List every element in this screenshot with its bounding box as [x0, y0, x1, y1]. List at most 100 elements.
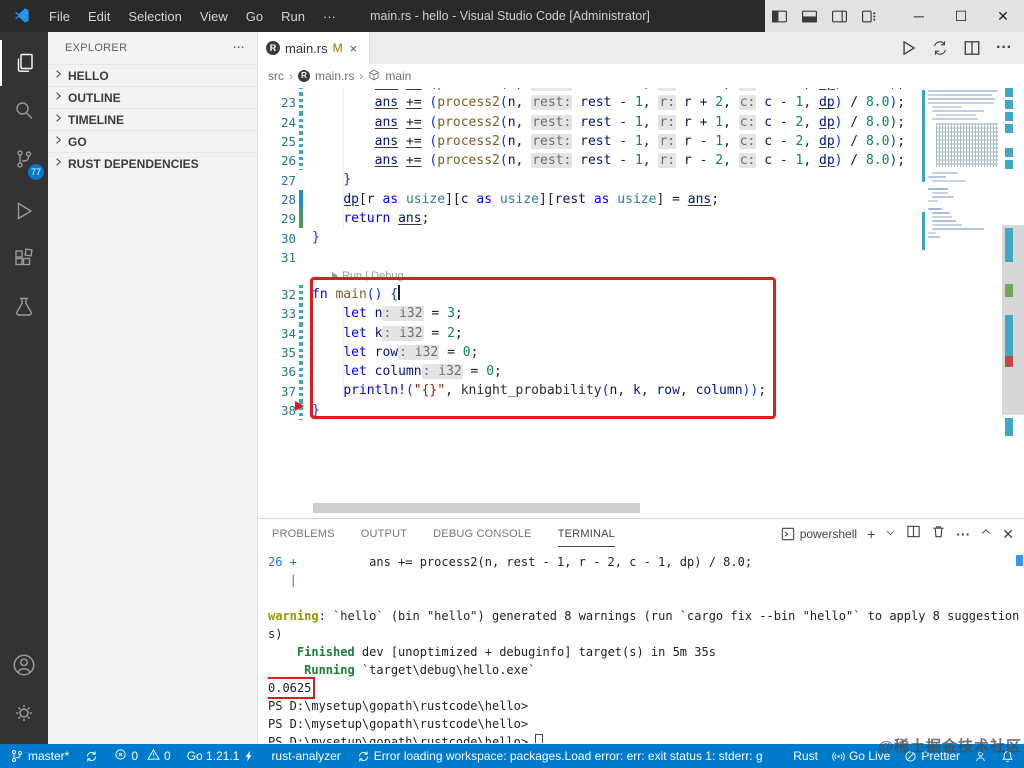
breadcrumb-main-rs[interactable]: main.rs — [315, 69, 354, 83]
close-window-button[interactable]: ✕ — [982, 0, 1024, 32]
code-editor[interactable]: 22 ans += (process2(n, rest: rest - 1, r… — [258, 88, 1024, 517]
panel-more-actions-icon[interactable]: ··· — [956, 526, 970, 542]
split-editor-icon[interactable] — [960, 36, 984, 60]
code-line-23[interactable]: 23 ans += (process2(n, rest: rest - 1, r… — [258, 93, 922, 113]
line-number[interactable]: 23 — [258, 95, 296, 110]
code-line-37[interactable]: 37 println!("{}", knight_probability(n, … — [258, 381, 922, 401]
code-line-25[interactable]: 25 ans += (process2(n, rest: rest - 1, r… — [258, 131, 922, 152]
code-line-30[interactable]: 30} — [258, 228, 922, 247]
sidebar-section-timeline[interactable]: TIMELINE — [48, 108, 257, 130]
line-number[interactable]: 30 — [258, 231, 296, 246]
run-or-debug-icon[interactable] — [928, 36, 952, 60]
customize-layout-icon[interactable] — [854, 0, 884, 32]
sidebar-section-hello[interactable]: HELLO — [48, 64, 257, 86]
launch-profile-chevron-icon[interactable] — [885, 525, 896, 543]
code-text[interactable]: println!("{}", knight_probability(n, k, … — [312, 381, 766, 401]
tab-debug-console[interactable]: DEBUG CONSOLE — [433, 522, 532, 546]
menu-file[interactable]: File — [40, 5, 79, 28]
line-number[interactable]: 32 — [258, 287, 296, 302]
kill-terminal-trash-icon[interactable] — [931, 524, 946, 544]
code-text[interactable]: ans += (process2(n, rest: rest - 1, r: r… — [312, 131, 905, 152]
status-item-feedback[interactable] — [974, 750, 987, 763]
toggle-sidebar-icon[interactable] — [765, 0, 795, 32]
line-number[interactable]: 29 — [258, 211, 296, 226]
maximize-button[interactable]: ☐ — [940, 0, 982, 32]
line-number[interactable]: 27 — [258, 173, 296, 188]
line-number[interactable]: 28 — [258, 192, 296, 207]
code-text[interactable]: ans += (process2(n, rest: rest - 1, r: r… — [312, 112, 905, 132]
tab-main-rs[interactable]: R main.rs M × — [258, 32, 370, 64]
sidebar-section-outline[interactable]: OUTLINE — [48, 86, 257, 108]
run-and-debug-icon[interactable] — [0, 188, 48, 234]
code-text[interactable]: let column: i32 = 0; — [312, 362, 502, 382]
status-item-rust-lang[interactable]: Rust — [793, 749, 818, 763]
sidebar-more-actions[interactable]: ··· — [233, 42, 245, 54]
code-line-35[interactable]: 35 let row: i32 = 0; — [258, 342, 922, 363]
close-panel-icon[interactable]: ✕ — [1002, 526, 1014, 543]
accounts-icon[interactable] — [0, 642, 48, 688]
run-file-icon[interactable] — [896, 36, 920, 60]
line-number[interactable]: 36 — [258, 364, 296, 379]
status-item-prettier[interactable]: Prettier — [904, 749, 960, 763]
maximize-panel-chevron-icon[interactable] — [980, 525, 992, 543]
tab-output[interactable]: OUTPUT — [361, 522, 407, 546]
code-line-24[interactable]: 24 ans += (process2(n, rest: rest - 1, r… — [258, 112, 922, 132]
editor-horizontal-scrollbar[interactable] — [313, 503, 640, 513]
menu-edit[interactable]: Edit — [79, 5, 119, 28]
testing-icon[interactable] — [0, 284, 48, 330]
line-number[interactable]: 35 — [258, 345, 296, 360]
code-text[interactable]: let n: i32 = 3; — [312, 304, 463, 324]
code-text[interactable]: dp[r as usize][c as usize][rest as usize… — [312, 189, 719, 210]
code-line-27[interactable]: 27 } — [258, 170, 922, 190]
sidebar-section-go[interactable]: GO — [48, 130, 257, 152]
tab-terminal[interactable]: TERMINAL — [557, 522, 615, 547]
code-line-34[interactable]: 34 let k: i32 = 2; — [258, 323, 922, 343]
status-item-sync[interactable] — [85, 750, 98, 763]
code-line-38[interactable]: 38} — [258, 400, 922, 421]
code-text[interactable]: } — [312, 228, 320, 247]
explorer-icon[interactable] — [0, 40, 48, 86]
source-control-icon[interactable]: 77 — [0, 136, 48, 182]
code-text[interactable]: return ans; — [312, 209, 429, 229]
code-line-36[interactable]: 36 let column: i32 = 0; — [258, 362, 922, 382]
line-number[interactable]: 38 — [258, 403, 296, 418]
line-number[interactable]: 31 — [258, 250, 296, 265]
menu-run[interactable]: Run — [272, 5, 314, 28]
menu-view[interactable]: View — [191, 5, 237, 28]
line-number[interactable]: 33 — [258, 306, 296, 321]
new-terminal-icon[interactable]: + — [867, 526, 875, 542]
extensions-icon[interactable] — [0, 236, 48, 282]
search-icon[interactable] — [0, 88, 48, 134]
code-text[interactable]: ans += (process2(n, rest: rest - 1, r: r… — [312, 93, 905, 113]
code-text[interactable]: } — [312, 170, 351, 190]
code-text[interactable]: let row: i32 = 0; — [312, 342, 478, 363]
code-line-32[interactable]: 32 fn main() { — [258, 284, 922, 305]
code-line-28[interactable]: 28 dp[r as usize][c as usize][rest as us… — [258, 189, 922, 210]
status-item-go-live[interactable]: Go Live — [832, 749, 890, 763]
shell-selector[interactable]: powershell — [781, 527, 857, 541]
status-item-workspace-error[interactable]: Error loading workspace: packages.Load e… — [357, 749, 763, 763]
line-number[interactable]: 25 — [258, 134, 296, 149]
code-line-33[interactable]: 33 let n: i32 = 3; — [258, 304, 922, 324]
code-line-29[interactable]: 29 return ans; — [258, 209, 922, 229]
code-line-26[interactable]: 26 ans += (process2(n, rest: rest - 1, r… — [258, 151, 922, 171]
toggle-panel-icon[interactable] — [795, 0, 825, 32]
code-line-31[interactable]: 31 — [258, 248, 922, 267]
code-text[interactable]: fn main() { — [312, 284, 400, 304]
status-item-go-version[interactable]: Go 1.21.1 — [187, 749, 256, 763]
line-number[interactable]: 26 — [258, 153, 296, 168]
breadcrumb-main-symbol[interactable]: main — [385, 69, 411, 83]
line-number[interactable]: 34 — [258, 326, 296, 341]
status-item-git-branch[interactable]: master* — [10, 749, 69, 763]
terminal-output[interactable]: 26 + ans += process2(n, rest - 1, r - 2,… — [268, 553, 1024, 743]
sidebar-section-rust-dependencies[interactable]: RUST DEPENDENCIES — [48, 152, 257, 174]
menu-selection[interactable]: Selection — [119, 5, 190, 28]
editor-more-actions-icon[interactable]: ··· — [992, 36, 1016, 60]
menu-go[interactable]: Go — [237, 5, 272, 28]
settings-gear-icon[interactable] — [0, 690, 48, 736]
code-text[interactable]: let k: i32 = 2; — [312, 323, 463, 343]
code-text[interactable]: } — [312, 401, 320, 420]
line-number[interactable]: 24 — [258, 115, 296, 130]
line-number[interactable]: 37 — [258, 384, 296, 399]
breadcrumb-src[interactable]: src — [268, 69, 284, 83]
